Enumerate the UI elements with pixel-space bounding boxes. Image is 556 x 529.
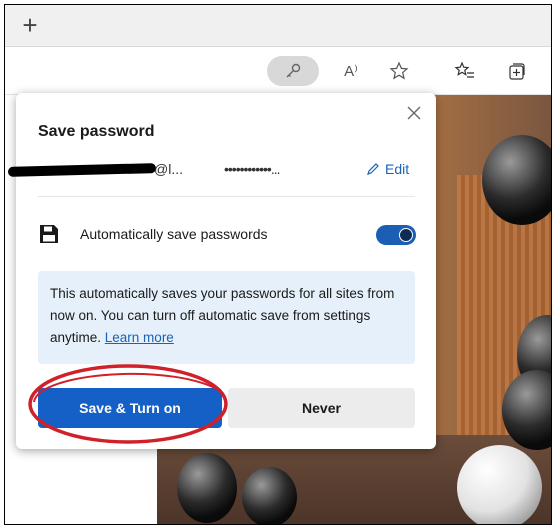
save-and-turn-on-button[interactable]: Save & Turn on bbox=[38, 388, 222, 428]
dialog-title: Save password bbox=[38, 123, 155, 140]
auto-save-row: Automatically save passwords bbox=[38, 223, 416, 249]
favorite-button[interactable] bbox=[387, 59, 411, 83]
edit-label: Edit bbox=[385, 161, 410, 177]
never-button[interactable]: Never bbox=[228, 388, 415, 428]
auto-save-label: Automatically save passwords bbox=[80, 226, 268, 242]
save-password-dialog: Save password @l... ••••••••••••... Edit… bbox=[7, 93, 436, 449]
favorite-star-icon bbox=[389, 61, 409, 80]
toggle-knob bbox=[399, 228, 413, 242]
username-value: @l... bbox=[154, 161, 183, 177]
divider bbox=[38, 196, 415, 197]
close-icon bbox=[407, 106, 421, 120]
password-value: ••••••••••••... bbox=[224, 161, 280, 177]
favorites-list-icon bbox=[454, 61, 474, 78]
info-text: This automatically saves your passwords … bbox=[50, 286, 395, 345]
balloon bbox=[482, 135, 551, 225]
close-button[interactable] bbox=[404, 103, 424, 123]
password-key-button[interactable] bbox=[267, 56, 319, 86]
new-tab-button[interactable]: + bbox=[15, 11, 45, 41]
redaction-mark bbox=[7, 163, 157, 177]
tab-strip: + bbox=[5, 5, 551, 47]
edit-button[interactable]: Edit bbox=[366, 161, 409, 177]
collections-button[interactable] bbox=[505, 59, 529, 83]
read-aloud-button[interactable]: A⁾ bbox=[339, 59, 363, 83]
learn-more-link[interactable]: Learn more bbox=[105, 330, 174, 345]
favorites-list-button[interactable] bbox=[453, 59, 477, 83]
credential-row: @l... ••••••••••••... Edit bbox=[7, 159, 436, 183]
collections-icon bbox=[509, 63, 525, 80]
balloon bbox=[457, 445, 542, 524]
save-floppy-icon bbox=[40, 225, 58, 243]
info-box: This automatically saves your passwords … bbox=[38, 271, 415, 364]
balloon bbox=[177, 453, 237, 523]
balloon bbox=[242, 467, 297, 524]
browser-toolbar: A⁾ bbox=[5, 47, 551, 95]
browser-window: + A⁾ Save password @l... ••••••••••••...… bbox=[4, 4, 552, 525]
key-icon bbox=[286, 63, 301, 78]
read-aloud-icon: A⁾ bbox=[344, 63, 358, 80]
auto-save-toggle[interactable] bbox=[376, 225, 416, 245]
pencil-icon bbox=[367, 163, 379, 175]
